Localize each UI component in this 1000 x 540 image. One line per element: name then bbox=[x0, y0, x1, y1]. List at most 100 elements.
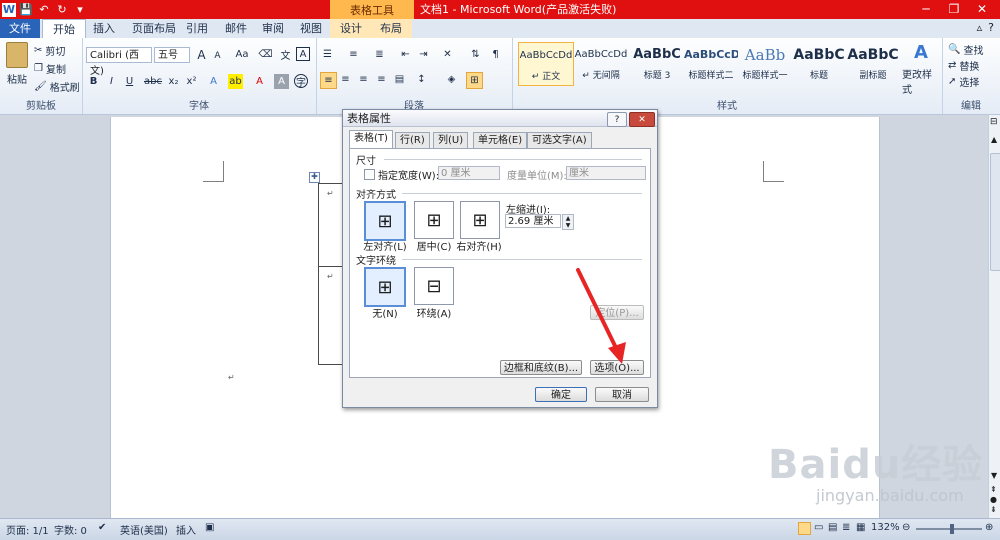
minimize-ribbon-icon[interactable]: ▵ bbox=[977, 21, 983, 34]
increase-indent-icon[interactable]: ⇥ bbox=[416, 47, 431, 62]
wrap-around-option[interactable]: ⊟ bbox=[414, 267, 454, 305]
superscript-button[interactable]: x² bbox=[184, 74, 199, 89]
grow-font-button[interactable]: A bbox=[194, 47, 209, 62]
full-screen-view-icon[interactable]: ▭ bbox=[814, 522, 823, 533]
char-shading-icon[interactable]: A bbox=[274, 74, 289, 89]
sort-icon[interactable]: ⇅ bbox=[468, 47, 483, 62]
previous-page-icon[interactable]: ⇞ bbox=[990, 485, 997, 494]
indent-field[interactable]: 2.69 厘米 bbox=[505, 214, 561, 228]
wrap-none-option[interactable]: ⊞ bbox=[364, 267, 406, 307]
tab-references[interactable]: 引用 bbox=[176, 19, 218, 38]
shading-icon[interactable]: ◈ bbox=[444, 72, 459, 87]
char-border-icon[interactable]: A bbox=[296, 47, 310, 61]
font-name-combo[interactable]: Calibri (西文) bbox=[86, 47, 152, 77]
paste-button[interactable]: 粘贴 bbox=[4, 42, 30, 86]
tab-table[interactable]: 表格(T) bbox=[349, 130, 393, 149]
align-center-icon[interactable]: ≡ bbox=[338, 72, 353, 87]
style-heading-style-2[interactable]: AaBbCcD 标题样式二 bbox=[684, 42, 738, 84]
scroll-down-icon[interactable]: ▼ bbox=[991, 471, 997, 480]
style-heading-style-1[interactable]: AaBb 标题样式一 bbox=[738, 42, 792, 84]
vertical-scrollbar[interactable]: ⊟ ▲ ▼ ⇞ ● ⇟ bbox=[988, 115, 1000, 518]
tab-home[interactable]: 开始 bbox=[42, 19, 86, 39]
positioning-button[interactable]: 定位(P)... bbox=[590, 305, 644, 320]
scrollbar-thumb[interactable] bbox=[990, 153, 1000, 271]
next-page-icon[interactable]: ⇟ bbox=[990, 505, 997, 514]
zoom-out-icon[interactable]: ⊖ bbox=[902, 522, 910, 533]
subscript-button[interactable]: x₂ bbox=[166, 74, 181, 89]
text-effects-icon[interactable]: A bbox=[206, 74, 221, 89]
table-move-handle-icon[interactable]: ✚ bbox=[309, 172, 320, 183]
ruler-toggle-icon[interactable]: ⊟ bbox=[990, 117, 998, 127]
tab-table-layout[interactable]: 布局 bbox=[370, 19, 412, 38]
preferred-width-checkbox[interactable] bbox=[364, 169, 375, 180]
cancel-button[interactable]: 取消 bbox=[595, 387, 649, 402]
style-title[interactable]: AaBbC 标题 bbox=[792, 42, 846, 84]
strikethrough-button[interactable]: abc bbox=[142, 74, 164, 89]
phonetic-guide-icon[interactable]: 文 bbox=[278, 47, 293, 62]
bullets-icon[interactable]: ☰ bbox=[320, 47, 335, 62]
dialog-help-button[interactable]: ? bbox=[607, 112, 627, 127]
web-layout-view-icon[interactable]: ▤ bbox=[828, 522, 837, 533]
tab-table-design[interactable]: 设计 bbox=[330, 19, 372, 38]
borders-shading-button[interactable]: 边框和底纹(B)... bbox=[500, 360, 582, 375]
undo-icon[interactable]: ↶ bbox=[36, 2, 52, 17]
style-heading-3[interactable]: AaBbC 标题 3 bbox=[630, 42, 684, 84]
change-case-button[interactable]: Aa bbox=[232, 47, 252, 62]
indent-spinner-icon[interactable]: ▲ ▼ bbox=[562, 214, 574, 230]
replace-button[interactable]: ⇄ 替换 bbox=[948, 58, 979, 73]
tab-view[interactable]: 视图 bbox=[290, 19, 332, 38]
print-layout-view-icon[interactable] bbox=[798, 522, 811, 535]
tab-mailings[interactable]: 邮件 bbox=[215, 19, 257, 38]
chinese-layout-icon[interactable]: ✕ bbox=[440, 47, 455, 62]
page-count[interactable]: 页面: 1/1 bbox=[6, 522, 49, 537]
language-indicator[interactable]: 英语(美国) bbox=[120, 522, 168, 537]
tab-review[interactable]: 审阅 bbox=[252, 19, 294, 38]
tab-alt-text[interactable]: 可选文字(A) bbox=[527, 132, 592, 148]
tab-cell[interactable]: 单元格(E) bbox=[473, 132, 528, 148]
justify-icon[interactable]: ≡ bbox=[374, 72, 389, 87]
format-painter-button[interactable]: 🖌 格式刷 bbox=[34, 79, 80, 94]
change-styles-button[interactable]: A 更改样式 bbox=[902, 42, 940, 96]
outline-view-icon[interactable]: ≣ bbox=[842, 522, 850, 533]
select-button[interactable]: ➚ 选择 bbox=[948, 74, 979, 89]
decrease-indent-icon[interactable]: ⇤ bbox=[398, 47, 413, 62]
customize-qat-icon[interactable]: ▾ bbox=[72, 2, 88, 17]
font-size-combo[interactable]: 五号 bbox=[154, 47, 190, 63]
numbering-icon[interactable]: ≡ bbox=[346, 47, 361, 62]
dialog-close-button[interactable]: ✕ bbox=[629, 112, 655, 127]
zoom-in-icon[interactable]: ⊕ bbox=[985, 522, 993, 533]
style-no-spacing[interactable]: AaBbCcDd ↵ 无间隔 bbox=[574, 42, 628, 84]
redo-icon[interactable]: ↻ bbox=[54, 2, 70, 17]
align-right-option[interactable]: ⊞ bbox=[460, 201, 500, 239]
tab-column[interactable]: 列(U) bbox=[433, 132, 469, 148]
proofing-icon[interactable]: ✔ bbox=[98, 522, 106, 533]
find-button[interactable]: 🔍 查找 bbox=[948, 42, 983, 57]
measure-in-select[interactable]: 厘米 bbox=[566, 166, 646, 180]
bold-button[interactable]: B bbox=[86, 74, 101, 89]
cut-button[interactable]: ✂ 剪切 bbox=[34, 43, 65, 58]
preferred-width-field[interactable]: 0 厘米 bbox=[438, 166, 500, 180]
zoom-level[interactable]: 132% bbox=[871, 522, 900, 533]
word-count[interactable]: 字数: 0 bbox=[54, 522, 87, 537]
options-button[interactable]: 选项(O)... bbox=[590, 360, 644, 375]
zoom-slider[interactable] bbox=[916, 524, 982, 534]
underline-button[interactable]: U bbox=[122, 74, 137, 89]
minimize-button[interactable]: ─ bbox=[912, 0, 940, 17]
save-icon[interactable]: 💾 bbox=[18, 2, 34, 17]
align-center-option[interactable]: ⊞ bbox=[414, 201, 454, 239]
ok-button[interactable]: 确定 bbox=[535, 387, 587, 402]
line-spacing-icon[interactable]: ↕ bbox=[414, 72, 429, 87]
macro-record-icon[interactable]: ▣ bbox=[205, 522, 214, 533]
style-normal[interactable]: AaBbCcDd ↵ 正文 bbox=[518, 42, 574, 86]
enclose-char-icon[interactable]: 字 bbox=[294, 74, 308, 89]
align-left-icon[interactable]: ≡ bbox=[320, 72, 337, 89]
draft-view-icon[interactable]: ▦ bbox=[856, 522, 865, 533]
browse-object-icon[interactable]: ● bbox=[990, 495, 997, 504]
show-marks-icon[interactable]: ¶ bbox=[488, 47, 503, 62]
zoom-slider-thumb[interactable] bbox=[950, 524, 954, 534]
highlight-icon[interactable]: ab bbox=[228, 74, 243, 89]
align-right-icon[interactable]: ≡ bbox=[356, 72, 371, 87]
tab-file[interactable]: 文件 bbox=[0, 19, 40, 38]
font-color-icon[interactable]: A bbox=[252, 74, 267, 89]
clear-format-icon[interactable]: ⌫ bbox=[258, 47, 273, 62]
